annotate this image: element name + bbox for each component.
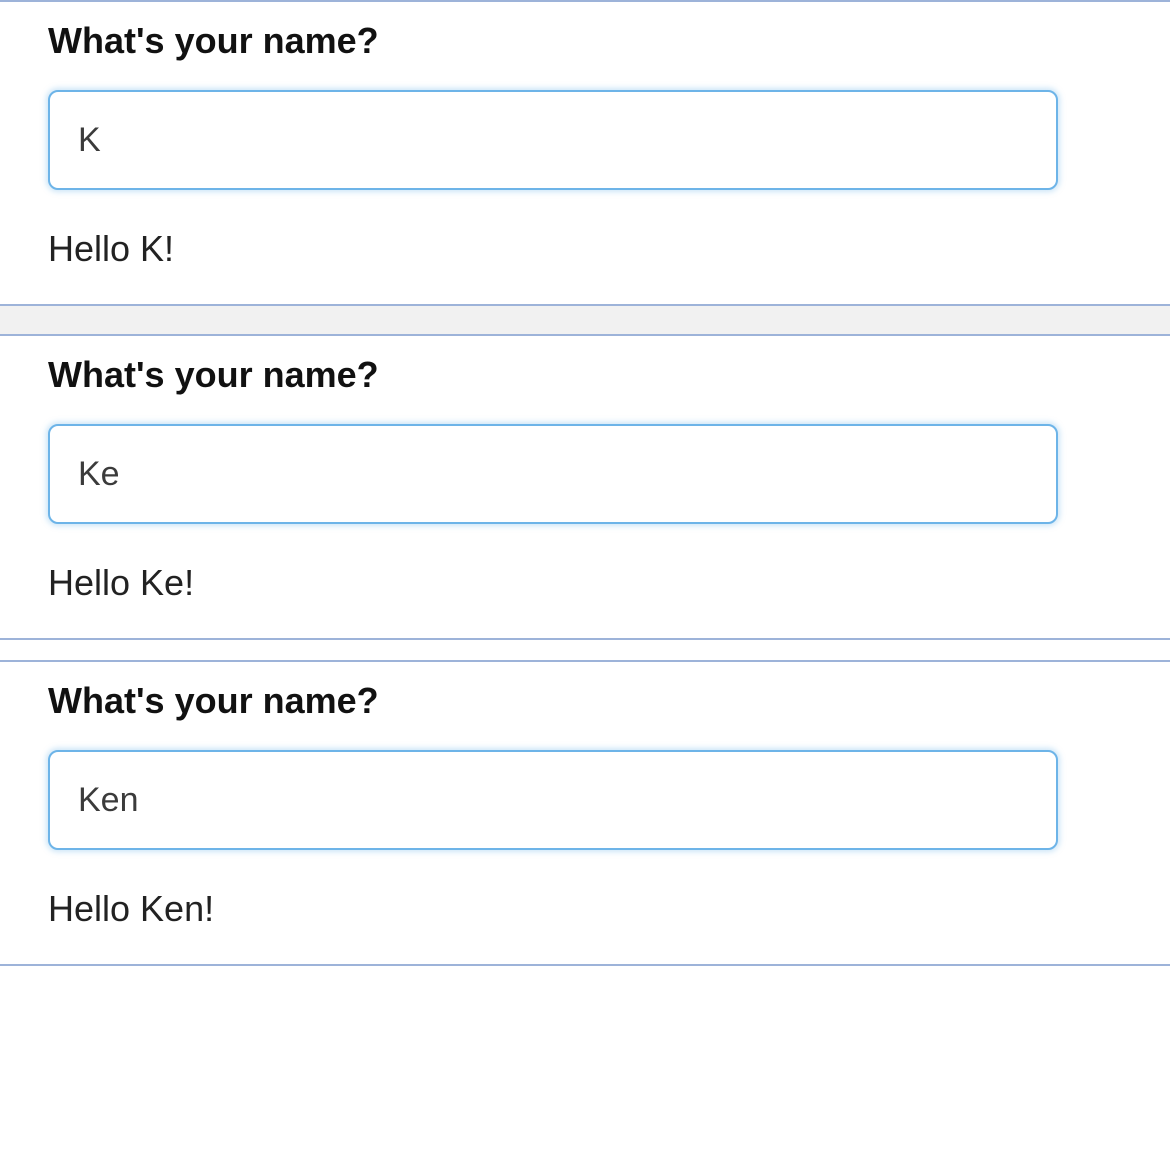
form-panel: What's your name? Hello Ken!	[0, 660, 1170, 966]
form-panel: What's your name? Hello K!	[0, 0, 1170, 306]
greeting-output: Hello Ke!	[48, 562, 1170, 604]
greeting-output: Hello Ken!	[48, 888, 1170, 930]
name-input[interactable]	[48, 750, 1058, 850]
form-panel: What's your name? Hello Ke!	[0, 334, 1170, 640]
name-prompt-label: What's your name?	[48, 680, 1170, 722]
greeting-output: Hello K!	[48, 228, 1170, 270]
name-input[interactable]	[48, 424, 1058, 524]
input-container	[48, 424, 1170, 524]
name-prompt-label: What's your name?	[48, 354, 1170, 396]
panel-divider	[0, 640, 1170, 660]
panel-divider	[0, 306, 1170, 334]
input-container	[48, 750, 1170, 850]
input-container	[48, 90, 1170, 190]
name-prompt-label: What's your name?	[48, 20, 1170, 62]
name-input[interactable]	[48, 90, 1058, 190]
